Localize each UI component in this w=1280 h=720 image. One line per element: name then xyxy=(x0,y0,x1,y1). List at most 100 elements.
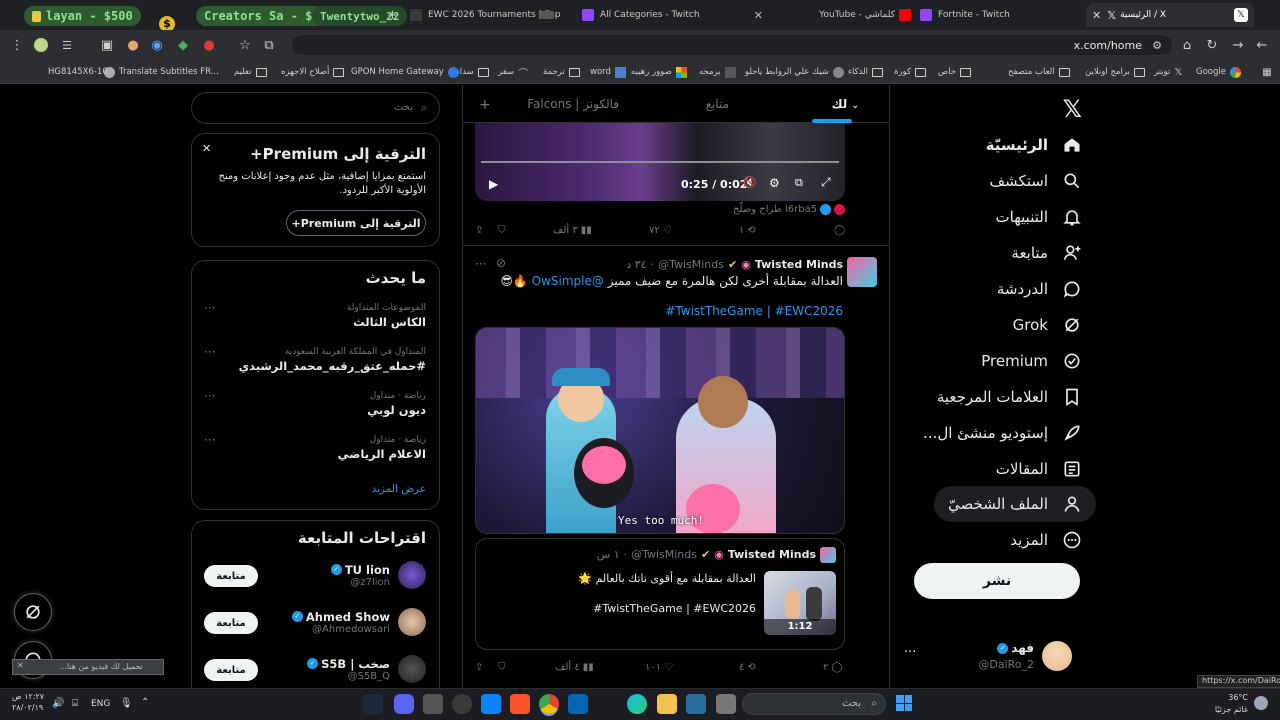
bookmark-google[interactable]: Google xyxy=(1196,64,1241,80)
post-button[interactable]: نشر xyxy=(914,563,1080,599)
volume-icon[interactable]: 🔊 xyxy=(52,698,64,709)
more-dots-icon[interactable]: ··· xyxy=(904,645,916,660)
bookmark-word[interactable]: word xyxy=(590,64,626,80)
views-count[interactable]: ٣ ألف ▮▮ xyxy=(553,225,592,236)
follow-button[interactable]: متابعة xyxy=(204,612,258,634)
nav-item[interactable]: Grok xyxy=(1013,307,1082,343)
share-icon[interactable]: ⇪ xyxy=(475,225,483,236)
close-icon[interactable]: ✕ xyxy=(17,661,24,670)
new-tab-button[interactable]: + xyxy=(387,3,405,27)
xbox-icon[interactable] xyxy=(423,694,443,714)
bookmark-gpon[interactable]: GPON Home Gateway xyxy=(351,64,459,80)
close-icon[interactable]: ✕ xyxy=(754,9,763,22)
extensions-icon[interactable]: ☰ xyxy=(58,36,76,54)
suggestion-item[interactable]: Ahmed Show ✓ @Ahmedowsari xyxy=(291,608,426,636)
nav-item[interactable]: إستوديو منشئ ال... xyxy=(923,415,1082,451)
outlook-icon[interactable] xyxy=(568,694,588,714)
bookmark-private[interactable]: خاص xyxy=(938,64,972,80)
reply-count[interactable]: ◯ xyxy=(831,225,845,236)
nav-item[interactable]: الملف الشخصيّ xyxy=(934,486,1096,522)
edge-icon[interactable] xyxy=(627,694,647,714)
nav-item[interactable]: التنبيهات xyxy=(996,199,1082,235)
bookmark-football[interactable]: كورة xyxy=(894,64,926,80)
grok-floating-icon[interactable] xyxy=(14,593,52,631)
video-progress-track[interactable] xyxy=(481,161,839,163)
avatar[interactable] xyxy=(398,561,426,589)
extension-red-icon[interactable]: ● xyxy=(200,36,218,54)
author-name[interactable]: Twisted Minds xyxy=(755,258,843,271)
bookmark-translate-subtitles[interactable]: Translate Subtitles FR... xyxy=(104,64,219,80)
avatar[interactable] xyxy=(398,655,426,683)
discord-icon[interactable] xyxy=(394,694,414,714)
chrome-icon[interactable] xyxy=(539,694,559,714)
url-text[interactable]: x.com/home xyxy=(1074,39,1142,52)
tab-ewc[interactable]: EWC 2026 Tournaments | Esports xyxy=(410,3,560,27)
network-icon[interactable]: ⌸ xyxy=(72,698,78,709)
app-icon[interactable] xyxy=(686,694,706,714)
play-icon[interactable]: ▶ xyxy=(489,177,498,191)
more-dots-icon[interactable]: ··· xyxy=(204,301,215,315)
tab-youtube[interactable]: YouTube - كلماشي xyxy=(790,3,915,27)
quote-thumbnail[interactable]: 1:12 xyxy=(764,571,836,635)
steam-icon[interactable] xyxy=(363,694,383,714)
nav-item[interactable]: المزيد xyxy=(1010,522,1082,558)
close-icon[interactable]: ✕ xyxy=(1092,9,1101,22)
twisted-minds-avatar[interactable] xyxy=(847,257,877,287)
like-count[interactable]: ١٠١ ♡ xyxy=(645,662,673,673)
bookmark-education[interactable]: تعليم xyxy=(234,64,267,80)
nav-item[interactable]: Premium xyxy=(981,343,1082,379)
bookmark-action-icon[interactable]: ⛉ xyxy=(498,225,506,236)
more-dots-icon[interactable]: ··· xyxy=(204,433,215,447)
forward-icon[interactable]: → xyxy=(1229,36,1247,54)
puzzle-icon[interactable]: ▣ xyxy=(98,36,116,54)
bookmark-device-repair[interactable]: أصلاح الاجهزه xyxy=(281,64,345,80)
bookmark-action-icon[interactable]: ⛉ xyxy=(498,662,506,673)
nav-item[interactable]: متابعة xyxy=(1011,235,1082,271)
app-icon-2[interactable] xyxy=(716,694,736,714)
extension-wave-icon[interactable]: ◉ xyxy=(148,36,166,54)
bookmark-online-apps[interactable]: برامج اونلاين xyxy=(1085,64,1145,80)
trend-item[interactable]: رياضة · متداول الاعلام الرياضي xyxy=(338,435,426,461)
follow-button[interactable]: متابعة xyxy=(204,565,258,587)
extension-face-icon[interactable]: ● xyxy=(124,36,142,54)
tab-twitch-categories[interactable]: All Categories - Twitch ✕ xyxy=(582,3,767,27)
grok-post-icon[interactable]: ⊘ xyxy=(496,256,506,270)
suggestion-item[interactable]: صخب | S5B ✓ @S5B_Q xyxy=(307,655,426,683)
download-toast[interactable]: تحميل لك فيديو من هنا... ✕ xyxy=(12,659,164,675)
post2-video[interactable]: Yes too much! xyxy=(475,327,845,534)
bookmark-browser-games[interactable]: العاب متصفح xyxy=(1008,64,1070,80)
repost-count[interactable]: ١ ⟲ xyxy=(739,225,756,236)
site-info-icon[interactable]: ⚙ xyxy=(1148,36,1166,54)
weather-widget[interactable]: 36°C غائم جزئيًا xyxy=(1214,692,1248,716)
more-dots-icon[interactable]: ··· xyxy=(204,389,215,403)
avatar[interactable] xyxy=(398,608,426,636)
mute-icon[interactable]: 🔇 xyxy=(743,176,757,189)
extension-green-icon[interactable]: ◆ xyxy=(174,36,192,54)
suggestion-item[interactable]: TU lion ✓ @z7lion xyxy=(330,561,426,589)
trend-item[interactable]: رياضة · متداول ديون لوبي xyxy=(367,391,426,417)
show-more-link[interactable]: عرض المزيد xyxy=(371,483,426,495)
trend-item[interactable]: المتداول في المملكة العربية السعودية #حمل… xyxy=(239,347,426,373)
install-icon[interactable]: ⧉ xyxy=(260,36,278,54)
tab-twitch-fortnite[interactable]: Fortnite - Twitch xyxy=(920,3,1080,27)
video-player[interactable]: ▶ 0:25 / 0:02 🔇 ⚙ ⧉ ⤢ xyxy=(475,123,845,201)
author-handle[interactable]: @TwisMinds xyxy=(658,258,724,271)
back-icon[interactable]: ← xyxy=(1253,36,1271,54)
follow-button[interactable]: متابعة xyxy=(204,659,258,681)
tab-following[interactable]: متابع xyxy=(706,97,729,111)
mic-icon[interactable]: 🎙 xyxy=(120,698,133,709)
grok-app-icon[interactable] xyxy=(452,694,472,714)
share-icon[interactable]: ⇪ xyxy=(475,662,483,673)
chevron-up-icon[interactable]: ⌃ xyxy=(141,697,149,708)
url-box[interactable] xyxy=(292,35,1172,55)
tab-group-layan[interactable]: layan - $500 xyxy=(24,6,141,26)
nav-item[interactable]: استكشف xyxy=(990,163,1082,199)
like-count[interactable]: ٧٢ ♡ xyxy=(649,225,672,236)
nav-item[interactable]: العلامات المرجعية xyxy=(937,379,1082,415)
post-time[interactable]: ٣٤ د xyxy=(626,258,646,271)
mail-icon[interactable] xyxy=(481,694,501,714)
tab-x-home[interactable]: ✕ 𝕏 الرئيسية / X 𝕏 xyxy=(1086,3,1254,27)
bookmark-hg8145[interactable]: HG8145X6-10 xyxy=(48,64,108,80)
brave-icon[interactable] xyxy=(510,694,530,714)
fullscreen-icon[interactable]: ⤢ xyxy=(821,175,831,190)
